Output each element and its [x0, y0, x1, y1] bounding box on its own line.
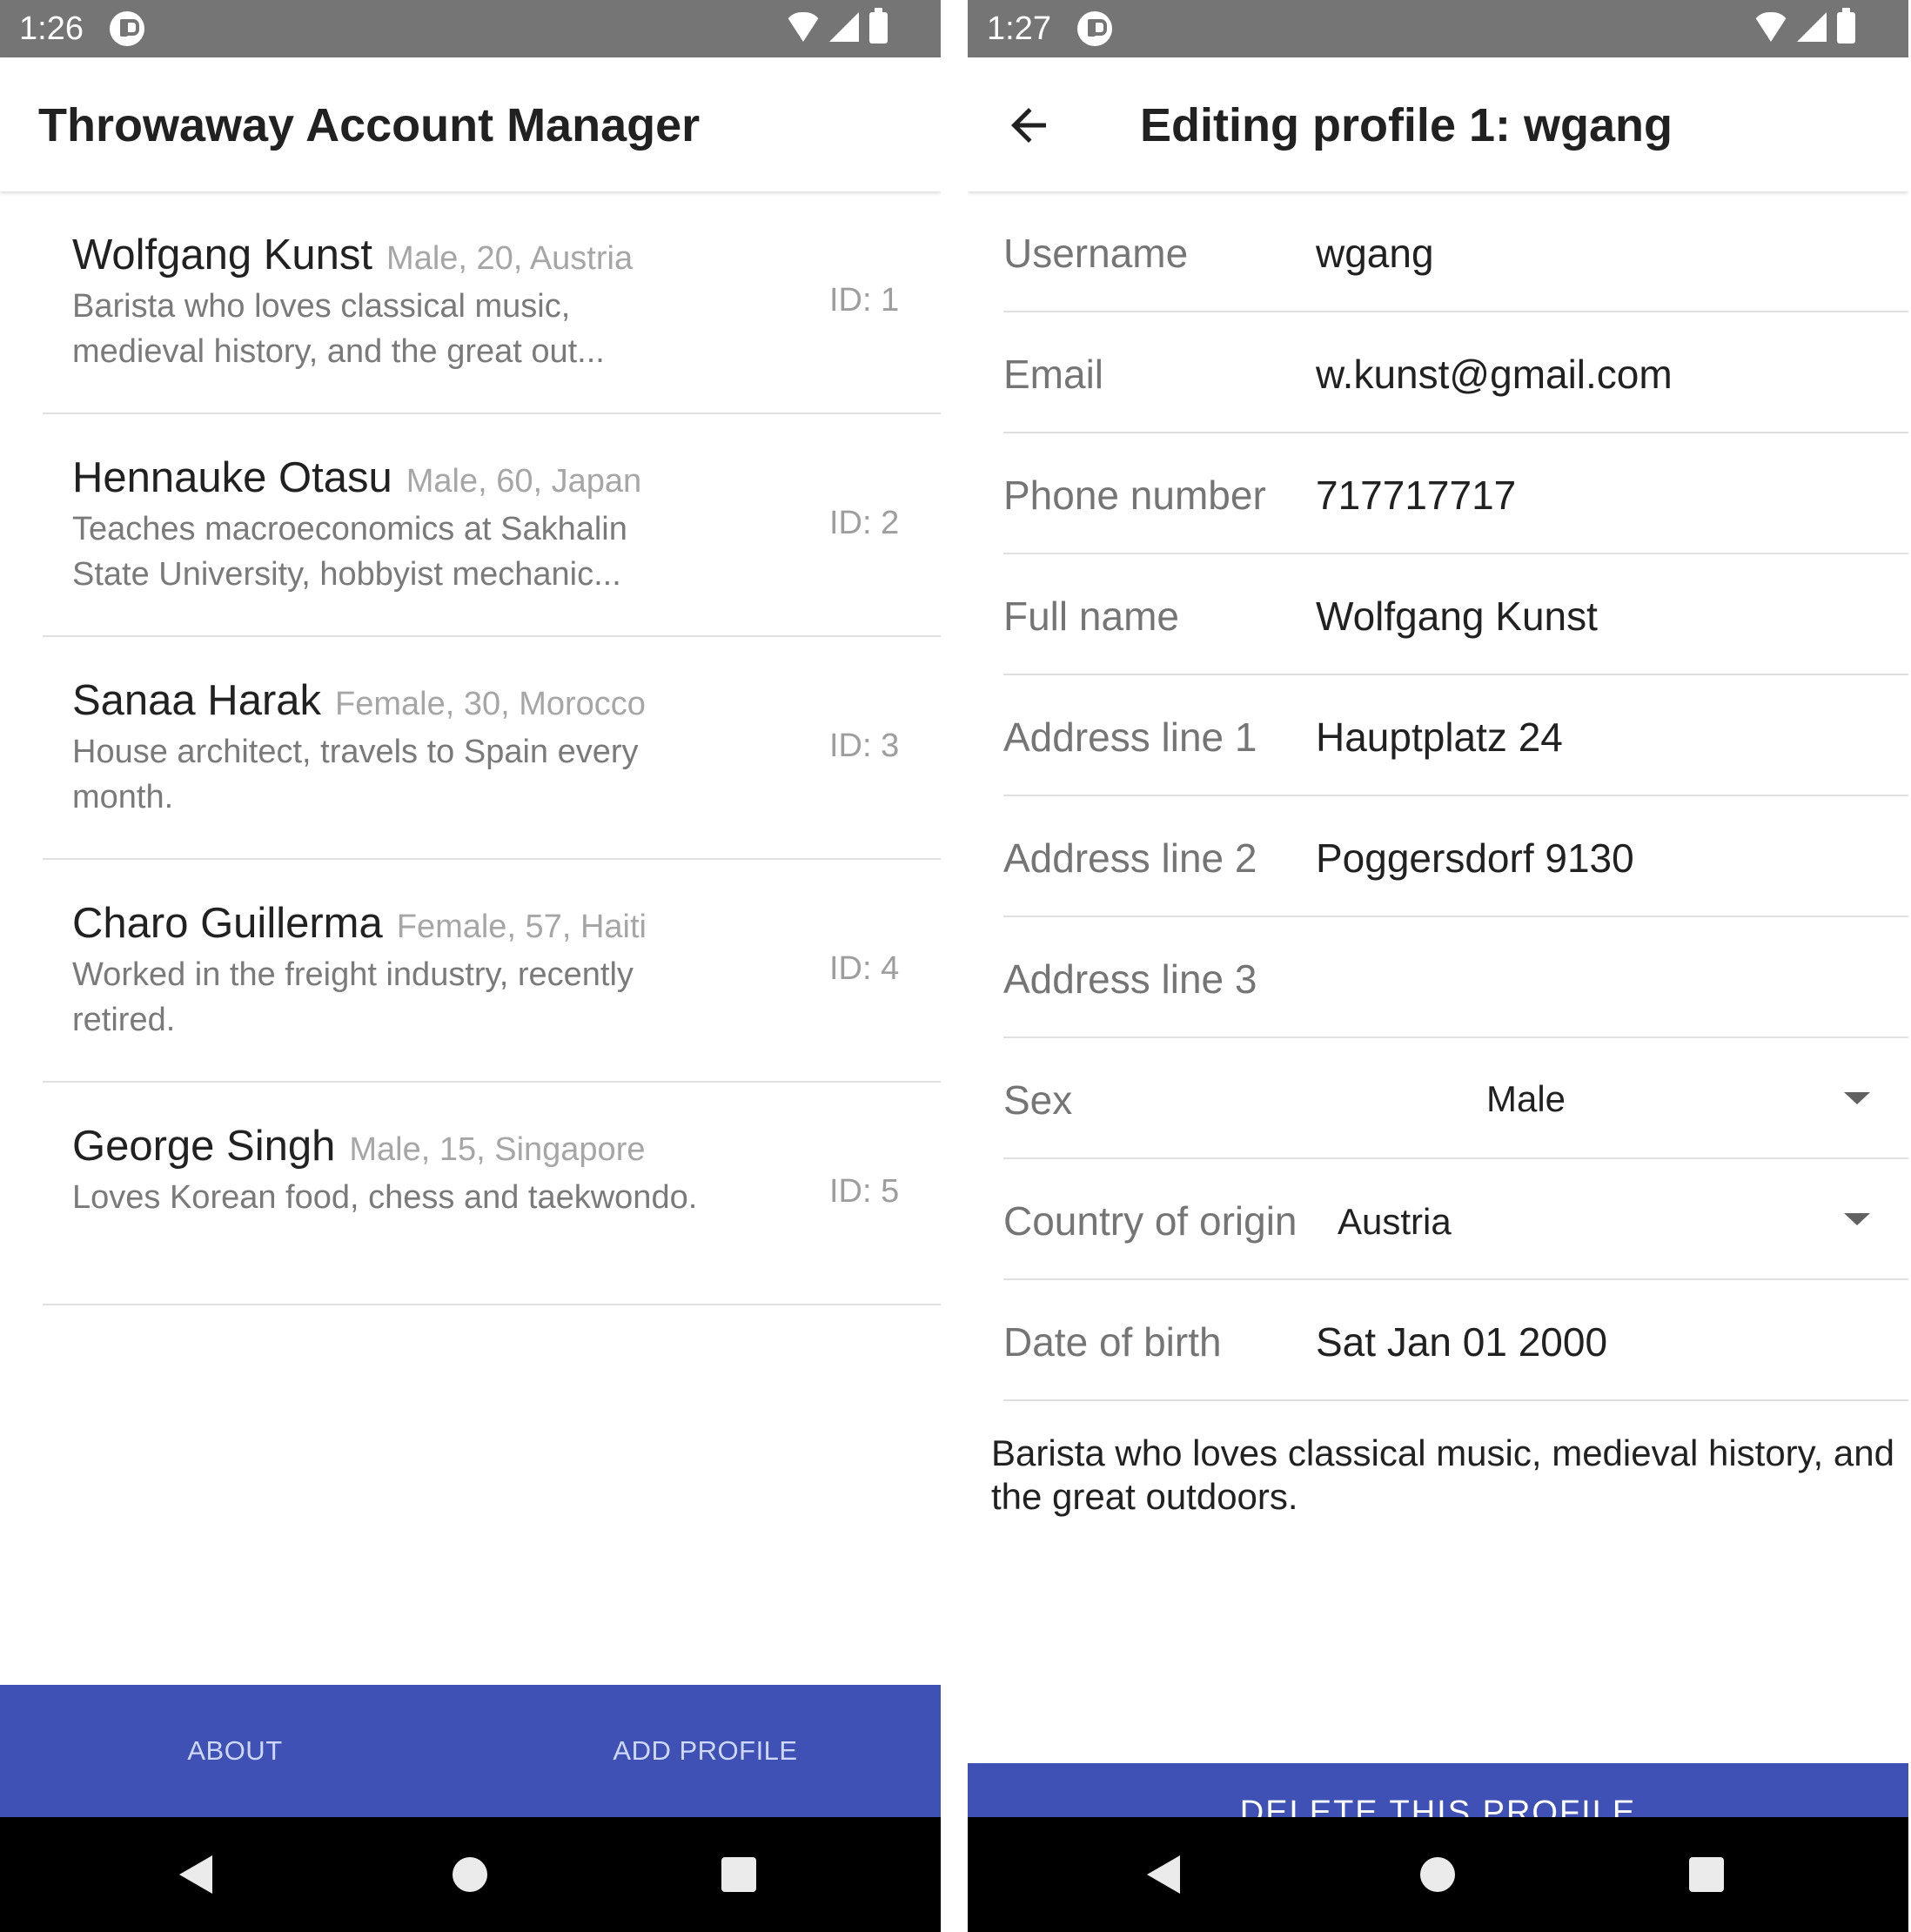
address2-field[interactable]: Poggersdorf 9130 — [1316, 835, 1634, 882]
profile-name: Charo Guillerma — [72, 900, 383, 947]
username-row: Username wgang — [1003, 191, 1908, 312]
profile-meta: Male, 20, Austria — [386, 240, 634, 277]
battery-icon — [1837, 8, 1855, 44]
bottom-action-bar: ABOUT ADD PROFILE — [0, 1685, 941, 1817]
item-header: Charo Guillerma Female, 57, Haiti — [72, 899, 647, 948]
edit-profile-screen: 1:27 Editing profile 1: wgang Username w… — [968, 0, 1908, 1932]
profile-list-item[interactable]: Wolfgang Kunst Male, 20, Austria Barista … — [43, 191, 941, 414]
profile-list-item[interactable]: George Singh Male, 15, Singapore Loves Ko… — [43, 1083, 941, 1305]
wifi-icon — [1752, 12, 1790, 42]
sex-label: Sex — [1003, 1077, 1073, 1123]
profile-meta: Male, 60, Japan — [406, 463, 642, 500]
full-name-row: Full name Wolfgang Kunst — [1003, 554, 1908, 675]
email-label: Email — [1003, 352, 1104, 397]
phone-label: Phone number — [1003, 473, 1266, 518]
profile-list-item[interactable]: Sanaa Harak Female, 30, Morocco House arc… — [43, 637, 941, 860]
address2-row: Address line 2 Poggersdorf 9130 — [1003, 796, 1908, 917]
bio-textarea[interactable]: Barista who loves classical music, medie… — [991, 1432, 1896, 1519]
profile-name: Sanaa Harak — [72, 677, 322, 724]
status-time: 1:27 — [987, 10, 1051, 47]
app-bar: Throwaway Account Manager — [0, 57, 941, 191]
email-field[interactable]: w.kunst@gmail.com — [1316, 351, 1673, 398]
profile-id: ID: 1 — [829, 282, 900, 319]
profile-description: Barista who loves classical music, medie… — [72, 288, 605, 370]
country-row: Country of origin Austria — [1003, 1159, 1908, 1280]
nav-back-icon[interactable] — [1147, 1855, 1180, 1894]
status-time: 1:26 — [19, 10, 84, 47]
profile-list-screen: 1:26 Throwaway Account Manager Wolfgang … — [0, 0, 941, 1932]
full-name-field[interactable]: Wolfgang Kunst — [1316, 593, 1598, 640]
profile-name: George Singh — [72, 1123, 336, 1170]
status-icons — [784, 8, 923, 45]
full-name-label: Full name — [1003, 594, 1179, 639]
profile-meta: Male, 15, Singapore — [349, 1131, 646, 1168]
email-row: Email w.kunst@gmail.com — [1003, 312, 1908, 433]
profile-list: Wolfgang Kunst Male, 20, Austria Barista … — [0, 191, 941, 1305]
phone-row: Phone number 717717717 — [1003, 433, 1908, 554]
app-bar: Editing profile 1: wgang — [968, 57, 1908, 191]
dob-field[interactable]: Sat Jan 01 2000 — [1316, 1318, 1607, 1365]
status-icons — [1752, 8, 1891, 45]
item-header: Hennauke Otasu Male, 60, Japan — [72, 453, 641, 502]
profile-meta: Female, 30, Morocco — [335, 686, 646, 722]
profile-name: Hennauke Otasu — [72, 454, 392, 501]
address2-label: Address line 2 — [1003, 835, 1257, 881]
profile-id: ID: 2 — [829, 505, 900, 541]
back-arrow-icon[interactable] — [1002, 99, 1055, 151]
profile-description: House architect, travels to Spain every … — [72, 734, 639, 815]
status-bar: 1:27 — [968, 0, 1908, 57]
signal-icon — [1797, 12, 1827, 42]
add-profile-button[interactable]: ADD PROFILE — [470, 1685, 941, 1817]
notification-app-icon — [1077, 11, 1112, 46]
country-select[interactable]: Austria — [1338, 1201, 1452, 1243]
nav-home-icon[interactable] — [1420, 1857, 1455, 1892]
nav-recents-icon[interactable] — [721, 1857, 756, 1892]
profile-id: ID: 4 — [829, 950, 900, 987]
nav-home-icon[interactable] — [453, 1857, 487, 1892]
app-title: Editing profile 1: wgang — [1140, 99, 1673, 151]
sex-row: Sex Male — [1003, 1038, 1908, 1159]
country-label: Country of origin — [1003, 1198, 1297, 1244]
username-label: Username — [1003, 231, 1189, 276]
profile-meta: Female, 57, Haiti — [396, 909, 647, 945]
about-button[interactable]: ABOUT — [0, 1685, 470, 1817]
item-header: Wolfgang Kunst Male, 20, Austria — [72, 231, 633, 279]
profile-name: Wolfgang Kunst — [72, 231, 373, 278]
nav-back-icon[interactable] — [179, 1855, 212, 1894]
address3-label: Address line 3 — [1003, 956, 1257, 1002]
edit-profile-form: Username wgang Email w.kunst@gmail.com P… — [1003, 191, 1908, 1401]
profile-description: Teaches macroeconomics at Sakhalin State… — [72, 511, 627, 593]
profile-description: Loves Korean food, chess and taekwondo. — [72, 1179, 698, 1216]
profile-id: ID: 5 — [829, 1173, 900, 1210]
profile-list-item[interactable]: Charo Guillerma Female, 57, Haiti Worked … — [43, 860, 941, 1083]
signal-icon — [829, 12, 859, 42]
dropdown-arrow-icon[interactable] — [1844, 1092, 1870, 1104]
item-header: George Singh Male, 15, Singapore — [72, 1122, 645, 1171]
dob-row: Date of birth Sat Jan 01 2000 — [1003, 1280, 1908, 1401]
navigation-bar — [0, 1817, 941, 1932]
nav-recents-icon[interactable] — [1689, 1857, 1724, 1892]
dob-label: Date of birth — [1003, 1319, 1222, 1365]
item-header: Sanaa Harak Female, 30, Morocco — [72, 676, 646, 725]
profile-list-item[interactable]: Hennauke Otasu Male, 60, Japan Teaches ma… — [43, 414, 941, 637]
status-bar: 1:26 — [0, 0, 941, 57]
app-title: Throwaway Account Manager — [38, 99, 701, 151]
profile-id: ID: 3 — [829, 728, 900, 764]
sex-select[interactable]: Male — [1486, 1078, 1566, 1120]
notification-app-icon — [110, 11, 144, 46]
address1-field[interactable]: Hauptplatz 24 — [1316, 714, 1563, 761]
profile-description: Worked in the freight industry, recently… — [72, 956, 634, 1038]
navigation-bar — [968, 1817, 1908, 1932]
wifi-icon — [784, 12, 822, 42]
phone-field[interactable]: 717717717 — [1316, 472, 1516, 519]
battery-icon — [869, 8, 888, 44]
dropdown-arrow-icon[interactable] — [1844, 1213, 1870, 1225]
address3-row: Address line 3 — [1003, 917, 1908, 1038]
address1-row: Address line 1 Hauptplatz 24 — [1003, 675, 1908, 796]
username-field[interactable]: wgang — [1316, 230, 1434, 277]
address1-label: Address line 1 — [1003, 714, 1257, 760]
